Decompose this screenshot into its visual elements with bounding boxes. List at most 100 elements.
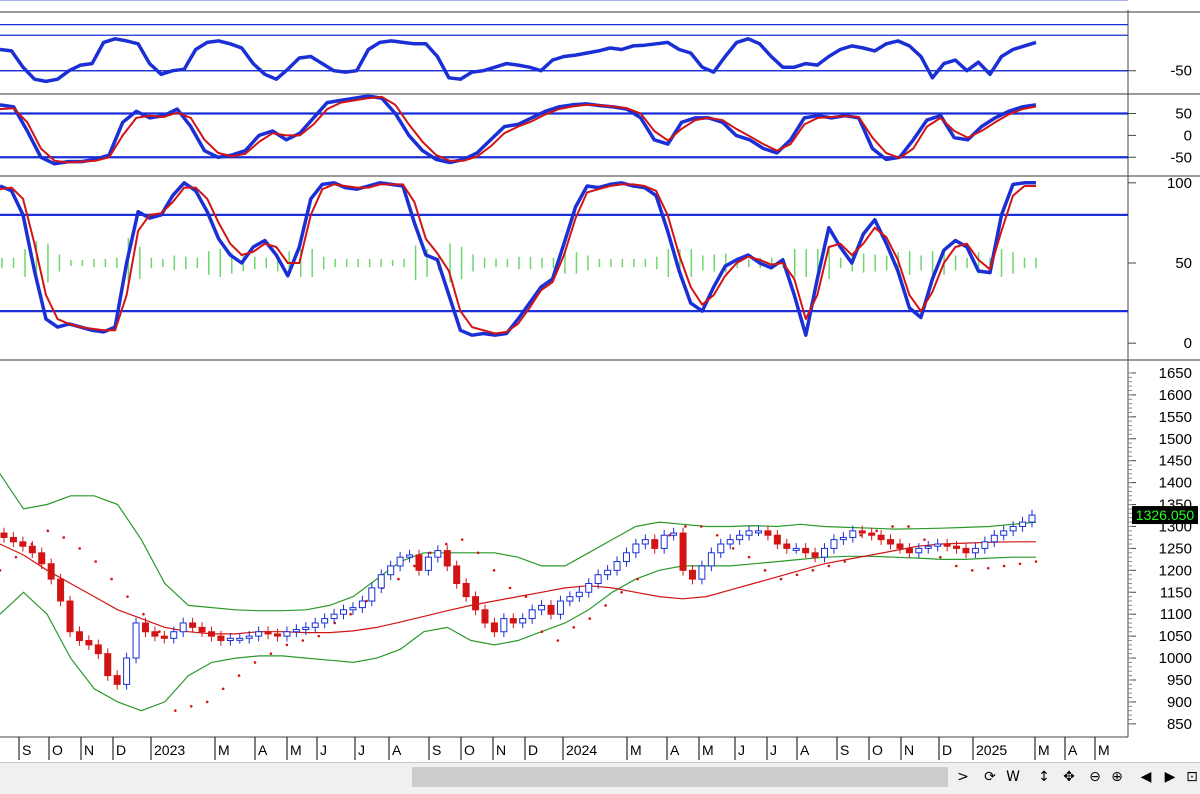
psar-dot <box>62 536 66 539</box>
candle <box>179 622 187 633</box>
candle <box>358 600 366 609</box>
candle <box>94 644 102 655</box>
y-tick-label: 950 <box>1167 672 1192 689</box>
month-label: M <box>1038 742 1050 758</box>
candle <box>622 552 630 563</box>
window-icon[interactable]: ⊡ <box>1184 767 1200 787</box>
candle <box>868 532 876 536</box>
y-tick-label: 1400 <box>1159 475 1192 492</box>
candle <box>905 547 913 554</box>
month-label: A <box>258 742 268 758</box>
candle <box>688 569 696 580</box>
candle <box>773 534 781 545</box>
candle <box>1000 530 1008 536</box>
vertical-scale-icon[interactable]: ↕ <box>1036 767 1052 787</box>
zoom-out-icon[interactable]: ⊖ <box>1086 767 1104 787</box>
psar-dot <box>1034 560 1038 563</box>
psar-dot <box>94 560 97 563</box>
psar-dot <box>875 529 878 533</box>
y-tick-label: 1450 <box>1159 453 1192 470</box>
candle <box>556 600 564 615</box>
psar-dot <box>923 538 926 541</box>
candle <box>849 530 857 538</box>
y-tick-label: 1650 <box>1159 365 1192 382</box>
candle <box>604 569 612 576</box>
scroll-right-button[interactable]: > <box>956 767 970 787</box>
candle <box>311 622 319 628</box>
psar-dot <box>795 573 799 577</box>
candle <box>707 552 715 567</box>
candle <box>924 545 932 549</box>
background <box>0 0 1200 793</box>
next-icon[interactable]: ▶ <box>1162 767 1178 787</box>
month-label: J <box>770 742 777 758</box>
psar-dot <box>508 586 512 590</box>
month-label: S <box>432 742 441 758</box>
y-tick-label: 1100 <box>1160 606 1192 623</box>
candle <box>943 543 951 547</box>
y-tick-label: 0 <box>1184 127 1192 144</box>
month-label: M <box>630 742 642 758</box>
psar-dot <box>970 569 974 572</box>
refresh-icon[interactable]: ⟳ <box>982 767 998 787</box>
month-label: M <box>290 742 302 758</box>
candle <box>75 631 83 642</box>
horizontal-scrollbar[interactable] <box>412 767 948 787</box>
psar-dot <box>413 564 416 568</box>
y-tick-label: -50 <box>1170 63 1192 80</box>
candle <box>934 543 942 547</box>
month-label: J <box>358 742 365 758</box>
candle <box>207 631 215 637</box>
candle <box>915 547 923 554</box>
y-tick-label: 1600 <box>1159 387 1192 404</box>
candle <box>9 536 17 543</box>
month-label: D <box>942 742 952 758</box>
candle <box>434 550 442 558</box>
month-label: A <box>1068 742 1078 758</box>
candle <box>1019 521 1027 527</box>
zoom-in-icon[interactable]: ⊕ <box>1108 767 1126 787</box>
psar-dot <box>78 547 81 550</box>
month-label: 2023 <box>154 742 185 758</box>
candle <box>538 604 546 611</box>
candle <box>132 622 140 659</box>
candle <box>764 530 772 536</box>
month-label: A <box>392 742 402 758</box>
candle <box>754 530 762 534</box>
candle <box>953 545 961 549</box>
month-label: 2024 <box>566 742 597 758</box>
psar-dot <box>476 551 480 555</box>
y-tick-label: -50 <box>1170 149 1192 166</box>
candle <box>226 637 234 642</box>
month-label: O <box>872 742 883 758</box>
y-tick-label: 850 <box>1167 716 1192 733</box>
candle <box>670 532 678 536</box>
toolbar: > ⟳ W ↕ ✥ ⊖ ⊕ ◀ ▶ ⊡ <box>0 762 1200 794</box>
psar-dot <box>891 525 894 528</box>
candle <box>387 565 395 576</box>
weekly-button[interactable]: W <box>1004 767 1022 787</box>
candle <box>302 626 310 631</box>
month-label: S <box>22 742 31 758</box>
previous-icon[interactable]: ◀ <box>1138 767 1154 787</box>
psar-dot <box>684 525 687 528</box>
candle <box>255 631 263 637</box>
candle <box>141 622 149 633</box>
month-label: M <box>1098 742 1110 758</box>
psar-dot <box>747 555 751 559</box>
candle <box>368 587 376 602</box>
candle <box>151 631 159 637</box>
month-label: A <box>800 742 810 758</box>
candle <box>811 552 819 558</box>
candle <box>19 541 27 547</box>
move-icon[interactable]: ✥ <box>1060 767 1078 787</box>
psar-dot <box>699 525 703 528</box>
candle <box>736 534 744 541</box>
candle <box>340 609 348 615</box>
psar-dot <box>1018 562 1022 566</box>
candle <box>85 640 93 646</box>
psar-dot <box>444 542 448 546</box>
psar-dot <box>397 577 400 581</box>
psar-dot <box>572 626 576 629</box>
candle <box>481 609 489 624</box>
